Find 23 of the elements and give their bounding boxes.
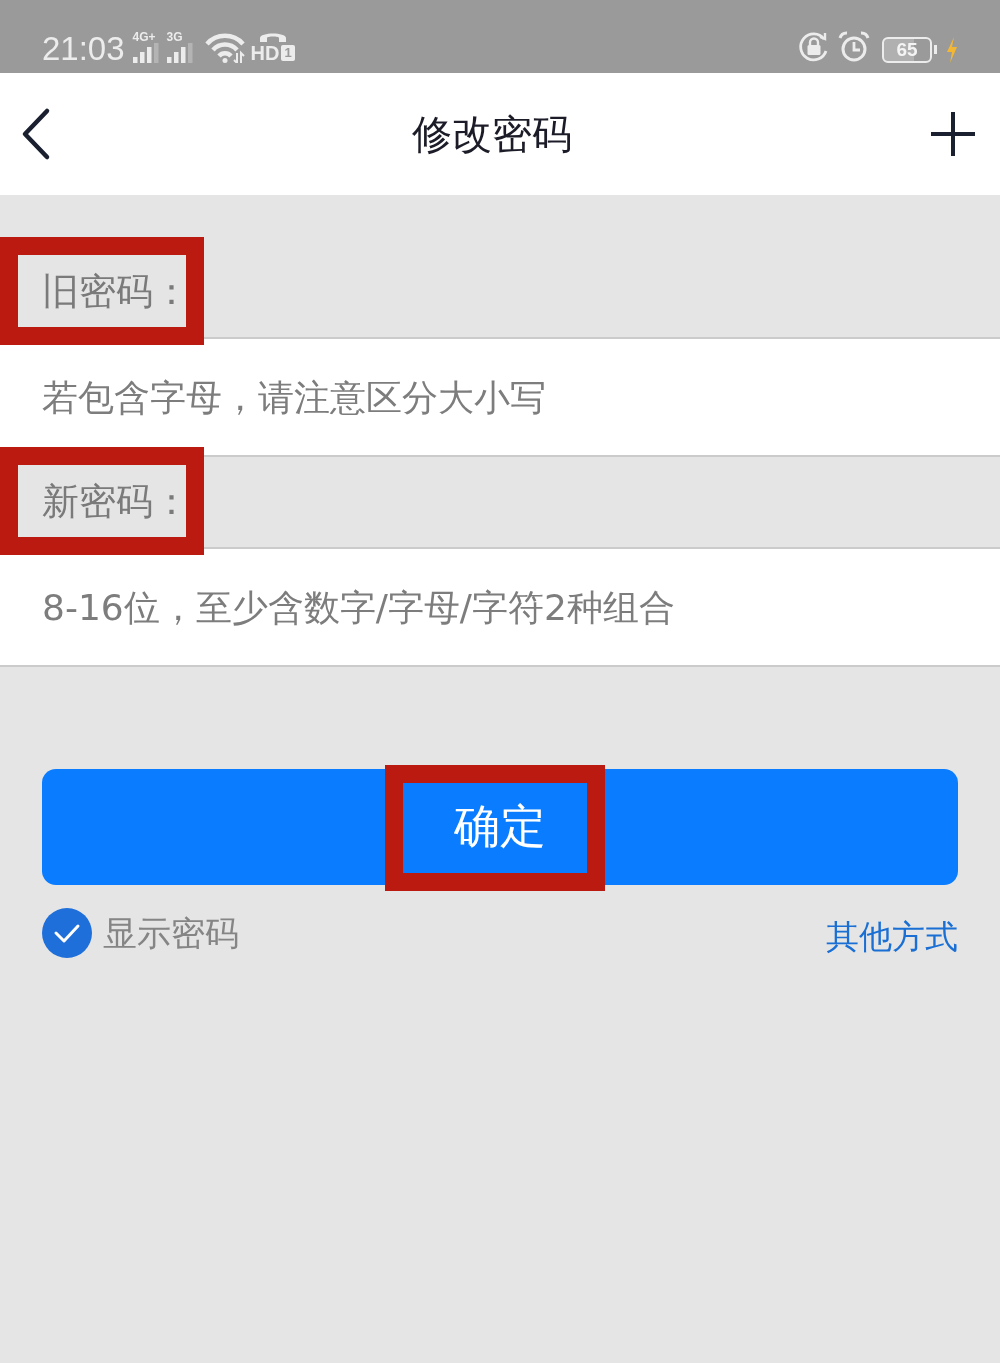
add-icon[interactable]	[931, 112, 975, 156]
rotation-lock-icon	[798, 31, 830, 63]
field-label: 新密码：	[42, 480, 190, 523]
network-type-label: 4G+	[132, 31, 156, 43]
hd-label: HD	[250, 43, 280, 63]
page-title: 修改密码	[411, 110, 572, 159]
signal-icon	[132, 43, 159, 63]
status-time: 21:03	[42, 31, 125, 67]
sim-badge: 1	[281, 45, 295, 61]
show-password-label[interactable]: 显示密码	[103, 911, 239, 955]
wifi-icon	[204, 33, 245, 63]
battery-percent: 65	[896, 40, 918, 60]
checkbox[interactable]	[42, 908, 92, 958]
confirm-button[interactable]: 确定	[42, 769, 958, 885]
signal-icon	[166, 43, 193, 63]
phone-icon	[257, 31, 288, 43]
field-label: 旧密码：	[42, 270, 190, 313]
back-icon[interactable]	[20, 107, 52, 161]
alarm-clock-icon	[838, 31, 870, 63]
other-methods-link[interactable]: 其他方式	[826, 915, 958, 959]
network-type-label: 3G	[166, 31, 183, 43]
password-input[interactable]: 若包含字母，请注意区分大小写	[0, 337, 1000, 457]
password-input[interactable]: 8-16位，至少含数字/字母/字符2种组合	[0, 547, 1000, 667]
